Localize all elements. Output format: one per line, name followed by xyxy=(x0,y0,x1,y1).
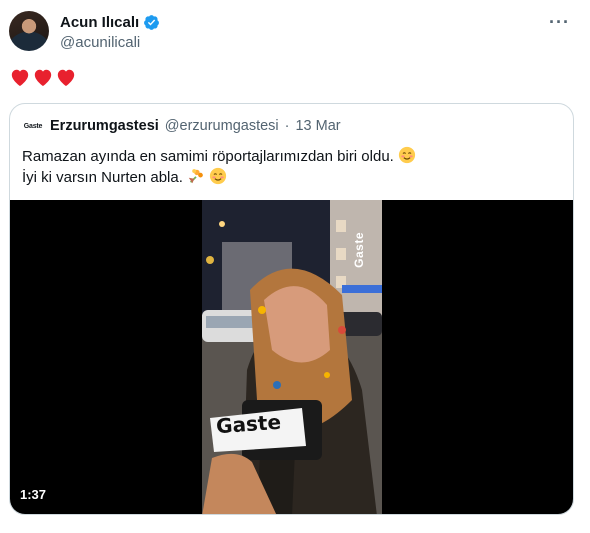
more-options-icon[interactable]: ··· xyxy=(549,12,570,33)
red-heart-emoji-icon xyxy=(11,69,29,87)
separator-dot: · xyxy=(284,118,290,134)
channel-watermark: Gaste xyxy=(352,232,366,268)
video-player[interactable]: Gaste Gaste 1:37 xyxy=(10,200,573,514)
quoted-tweet[interactable]: Gaste Erzurumgastesi @erzurumgastesi · 1… xyxy=(9,103,574,515)
quoted-tweet-date[interactable]: 13 Mar xyxy=(295,118,340,134)
quoted-tweet-text: Ramazan ayında en samimi röportajlarımız… xyxy=(22,146,416,188)
author-handle[interactable]: @acunilicali xyxy=(60,34,160,51)
tweet-header: Acun Ilıcalı @acunilicali xyxy=(60,12,160,51)
author-name[interactable]: Acun Ilıcalı xyxy=(60,14,139,31)
verified-badge-icon xyxy=(144,14,160,30)
smiling-face-emoji-icon xyxy=(398,146,416,164)
author-avatar[interactable] xyxy=(9,11,49,51)
video-duration: 1:37 xyxy=(20,487,47,502)
red-heart-emoji-icon xyxy=(34,69,52,87)
quoted-text-line-2: İyi ki varsın Nurten abla. xyxy=(22,169,183,186)
tweet-text xyxy=(9,67,77,87)
quoted-author-name[interactable]: Erzurumgastesi xyxy=(50,118,159,134)
smiling-face-emoji-icon xyxy=(210,167,227,185)
bouquet-emoji-icon xyxy=(188,169,203,184)
quoted-tweet-header: Gaste Erzurumgastesi @erzurumgastesi · 1… xyxy=(22,118,341,134)
quoted-author-handle[interactable]: @erzurumgastesi xyxy=(165,118,279,134)
quoted-author-avatar[interactable]: Gaste xyxy=(22,119,44,133)
microphone-label: Gaste xyxy=(215,409,282,439)
quoted-text-line-1: Ramazan ayında en samimi röportajlarımız… xyxy=(22,148,394,165)
red-heart-emoji-icon xyxy=(57,69,75,87)
video-frame[interactable]: Gaste Gaste xyxy=(202,200,382,514)
